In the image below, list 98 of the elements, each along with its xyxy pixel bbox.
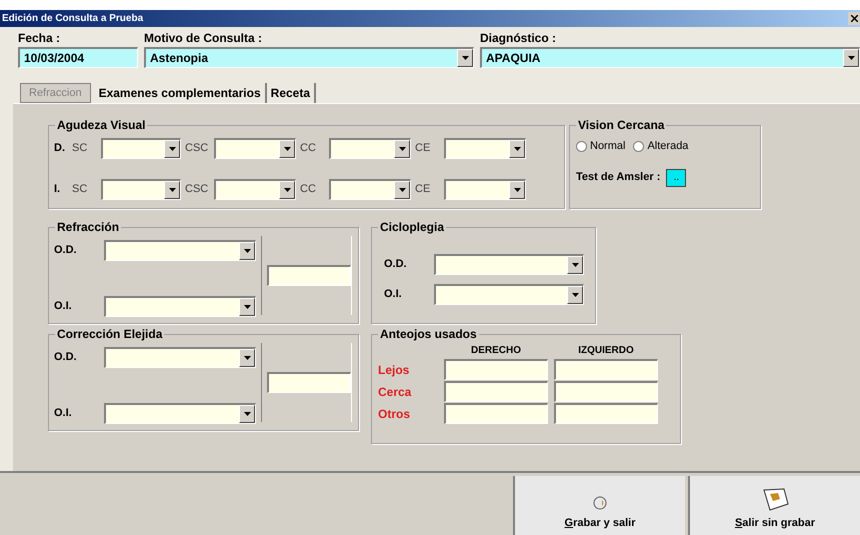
field-label: Fecha : xyxy=(18,30,62,47)
dropdown-field[interactable] xyxy=(444,179,526,200)
dropdown-arrow-button[interactable] xyxy=(239,349,255,367)
close-button[interactable] xyxy=(848,12,860,25)
field-label: D. xyxy=(54,141,66,156)
dropdown-arrow-button[interactable] xyxy=(567,256,583,274)
caret-icon xyxy=(572,293,578,297)
caret-icon xyxy=(168,188,176,192)
dropdown-arrow-button[interactable] xyxy=(279,140,295,158)
dropdown-field[interactable] xyxy=(329,138,411,159)
dropdown-field[interactable] xyxy=(214,138,296,159)
field-label: Alterada xyxy=(647,139,688,154)
group-title: Anteojos usados xyxy=(378,326,479,342)
dropdown-arrow-button[interactable] xyxy=(457,49,473,67)
group-title: Corrección Elejida xyxy=(55,326,164,342)
dropdown-arrow-button[interactable] xyxy=(239,405,255,423)
row-label: Otros xyxy=(378,406,412,422)
caret-icon xyxy=(848,56,854,60)
dropdown-field[interactable] xyxy=(434,254,584,275)
dropdown-field[interactable] xyxy=(329,179,411,200)
field-label: CC xyxy=(299,141,317,156)
column-header: DERECHO xyxy=(470,344,522,358)
field-label: O.D. xyxy=(54,243,78,258)
dropdown-field[interactable]: APAQUIA xyxy=(480,47,860,68)
disc-icon xyxy=(592,494,608,510)
close-icon xyxy=(850,15,858,22)
field-label: I. xyxy=(54,182,62,198)
row-label: Lejos xyxy=(378,362,410,378)
field-label: CE xyxy=(414,141,432,156)
caret-icon xyxy=(462,56,468,60)
input-field[interactable] xyxy=(267,265,351,286)
input-field[interactable] xyxy=(554,359,658,380)
input-field[interactable]: 10/03/2004 xyxy=(18,47,138,68)
caret-icon xyxy=(244,305,250,309)
input-field[interactable] xyxy=(444,359,548,380)
row-label: Cerca xyxy=(378,384,412,400)
input-field[interactable] xyxy=(444,403,548,424)
dropdown-field[interactable] xyxy=(101,179,181,200)
field-label: CE xyxy=(414,182,432,198)
field-label: O.D. xyxy=(384,257,408,272)
dropdown-arrow-button[interactable] xyxy=(394,181,410,199)
input-field[interactable] xyxy=(554,381,658,402)
caret-icon xyxy=(244,412,250,416)
field-label: CC xyxy=(299,182,317,198)
group-title: Cicloplegia xyxy=(378,219,446,235)
input-field[interactable] xyxy=(444,381,548,402)
caret-icon xyxy=(244,356,250,360)
dropdown-field[interactable] xyxy=(101,138,181,159)
window-title: Edición de Consulta a Prueba xyxy=(2,12,144,26)
caret-icon xyxy=(398,188,406,192)
field-label: CSC xyxy=(184,141,210,156)
dropdown-field[interactable]: Astenopia xyxy=(144,47,474,68)
dropdown-field[interactable] xyxy=(104,240,256,261)
field-label: CSC xyxy=(184,182,210,198)
field-label: Test de Amsler : xyxy=(576,170,660,186)
column-header: IZQUIERDO xyxy=(577,344,635,358)
dropdown-arrow-button[interactable] xyxy=(509,181,525,199)
input-field[interactable] xyxy=(554,403,658,424)
dropdown-field[interactable] xyxy=(214,179,296,200)
dropdown-arrow-button[interactable] xyxy=(509,140,525,158)
caret-icon xyxy=(514,147,520,151)
field-label: O.I. xyxy=(384,287,403,302)
dropdown-arrow-button[interactable] xyxy=(239,242,255,260)
dropdown-field[interactable] xyxy=(104,347,256,368)
toolbar-button[interactable]: Grabar y salir xyxy=(513,476,685,535)
caret-icon xyxy=(284,147,290,151)
toolbar-button[interactable]: Salir sin grabar xyxy=(688,476,860,535)
radio-button[interactable] xyxy=(633,140,644,152)
field-label: Normal xyxy=(590,139,626,154)
dropdown-arrow-button[interactable] xyxy=(164,140,180,158)
dropdown-field[interactable] xyxy=(104,296,256,317)
caret-icon xyxy=(284,188,290,192)
field-label: SC xyxy=(71,182,88,198)
folder-note-icon xyxy=(761,486,789,510)
dropdown-arrow-button[interactable] xyxy=(239,298,255,316)
dropdown-arrow-button[interactable] xyxy=(394,140,410,158)
group-title: Agudeza Visual xyxy=(55,117,148,133)
field-label: O.I. xyxy=(54,299,73,314)
caret-icon xyxy=(514,188,520,192)
dropdown-arrow-button[interactable] xyxy=(164,181,180,199)
caret-icon xyxy=(244,249,250,253)
dropdown-field[interactable] xyxy=(104,403,256,424)
field-label: O.I. xyxy=(54,406,73,422)
field-label: Diagnóstico : xyxy=(480,30,558,47)
field-label: O.D. xyxy=(54,350,78,366)
radio-button[interactable] xyxy=(576,140,587,152)
caret-icon xyxy=(168,147,176,151)
dropdown-arrow-button[interactable] xyxy=(843,49,859,67)
caret-icon xyxy=(572,263,578,267)
dropdown-field[interactable] xyxy=(434,284,584,305)
caret-icon xyxy=(398,147,406,151)
input-field[interactable] xyxy=(267,372,351,393)
dropdown-arrow-button[interactable] xyxy=(279,181,295,199)
dropdown-field[interactable] xyxy=(444,138,526,159)
dropdown-arrow-button[interactable] xyxy=(567,286,583,304)
field-label: Motivo de Consulta : xyxy=(144,30,263,47)
amsler-button[interactable]: .. xyxy=(666,168,686,186)
field-label: SC xyxy=(71,141,88,156)
